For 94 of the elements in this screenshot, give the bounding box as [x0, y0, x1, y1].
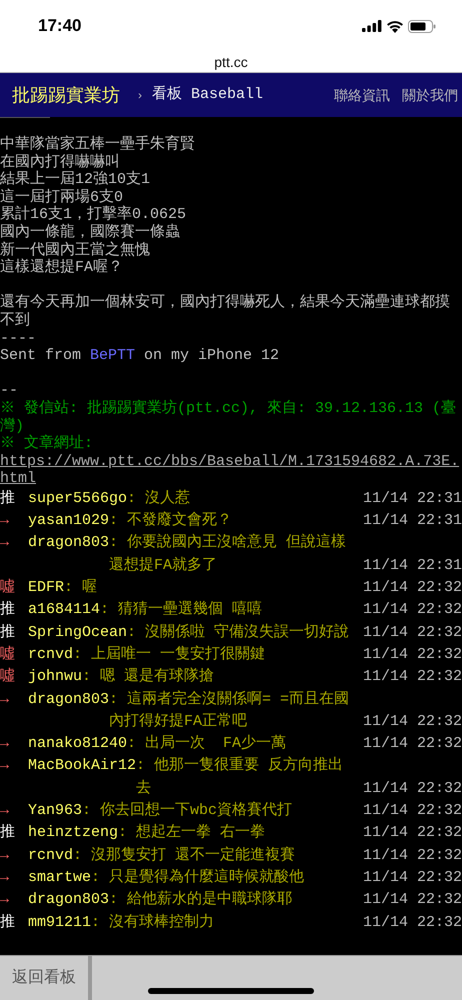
push-time: 11/14 22:32: [362, 600, 462, 620]
push-time: 11/14 22:32: [362, 868, 462, 888]
system-info-line: ※ 文章網址:: [0, 435, 94, 453]
article-url-link[interactable]: https://www.ptt.cc/bbs/Baseball/M.1731594682.A.73E.html: [0, 452, 462, 488]
push-user: yasan1029: [28, 511, 110, 532]
push-time: 11/14 22:32: [362, 823, 462, 844]
nav-link[interactable]: 聯絡資訊: [334, 84, 390, 106]
push-time: 11/14 22:32: [362, 778, 462, 799]
push-time: 11/14 22:31: [362, 511, 462, 532]
push-tag: →: [0, 755, 28, 778]
push-content: : 他那一隻很重要 反方向推出去: [136, 755, 344, 799]
push-tag: →: [0, 800, 28, 822]
push-user: a1684114: [28, 600, 100, 620]
push-user: MacBookAir12: [28, 756, 136, 776]
push-content: : 這兩者完全沒關係啊= =而且在國內打得好提FA正常吧: [109, 689, 350, 732]
article-line: --: [0, 382, 20, 400]
push-content: : 不發廢文會死？: [109, 510, 234, 532]
push-content: : 沒人惹: [127, 488, 192, 509]
push-tag: →: [0, 889, 28, 912]
push-tag: 噓: [0, 577, 28, 600]
push-tag: 推: [0, 599, 28, 622]
article-line: 中華隊當家五棒一壘手朱育賢: [0, 136, 196, 154]
push-content: : 只是覺得為什麼這時候就酸他: [91, 868, 306, 888]
push-content: : 沒那隻安打 還不一定能進複賽: [73, 845, 296, 866]
push-time: 11/14 22:32: [362, 734, 462, 754]
push-content: : 上屆唯一 一隻安打很關鍵: [73, 644, 266, 665]
article-line: ----: [0, 330, 38, 348]
address-url[interactable]: ptt.cc: [214, 54, 248, 70]
push-user: Yan963: [28, 801, 82, 822]
push-user: super5566go: [28, 488, 128, 509]
push-time: 11/14 22:32: [362, 912, 462, 933]
push-time: 11/14 22:32: [362, 712, 462, 732]
article-line: 這一屆打兩場6支0: [0, 188, 124, 206]
push-content: : 給他薪水的是中職球隊耶: [109, 890, 294, 910]
push-tag: →: [0, 844, 28, 867]
push-user: rcnvd: [28, 644, 74, 665]
system-info-line: ※ 發信站: 批踢踢實業坊(ptt.cc), 來自: 39.12.136.13 (臺灣): [0, 400, 458, 434]
push-tag: 推: [0, 488, 28, 510]
push-content: : 你去回想一下wbc資格賽代打: [82, 800, 294, 822]
status-time: 17:40: [38, 15, 82, 38]
push-content: : 想起左一拳 右一拳: [118, 822, 266, 844]
push-tag: 推: [0, 912, 28, 934]
push-tag: 推: [0, 822, 28, 845]
push-user: dragon803: [28, 533, 110, 554]
push-time: 11/14 22:32: [362, 801, 462, 822]
article-line: 新一代國內王當之無愧: [0, 242, 151, 259]
site-logo-link[interactable]: 批踢踢實業坊: [12, 82, 120, 108]
push-user: nanako81240: [28, 734, 128, 754]
push-tag: →: [0, 510, 28, 532]
push-content: : 沒有球棒控制力: [91, 912, 216, 933]
wifi-icon: [386, 20, 404, 32]
push-user: dragon803: [28, 690, 110, 710]
breadcrumb-separator: ›: [138, 87, 142, 104]
app-link[interactable]: BePTT: [90, 347, 136, 364]
push-tag: 噓: [0, 666, 28, 689]
nav-link[interactable]: 關於我們: [402, 84, 458, 106]
article-line: 這樣還想提FA喔？: [0, 259, 124, 277]
push-tag: →: [0, 866, 28, 890]
push-time: 11/14 22:32: [362, 846, 462, 866]
article-line: 累計16支1，打擊率0.0625: [0, 206, 188, 224]
push-user: johnwu: [28, 667, 82, 688]
push-user: smartwe: [28, 868, 92, 888]
push-tag: →: [0, 733, 28, 756]
push-user: heinztzeng: [28, 823, 118, 844]
push-tag: 噓: [0, 644, 28, 666]
push-time: 11/14 22:31: [362, 556, 462, 576]
battery-icon: [408, 20, 436, 32]
article-line: 還有今天再加一個林安可，國內打得嚇死人，結果今天滿壘連球都摸不到: [0, 294, 451, 330]
article-line: 國內一條龍，國際賽一條蟲: [0, 224, 181, 241]
signal-icon: [362, 20, 382, 32]
push-content: : 猜猜一壘選幾個 嘻嘻: [100, 600, 264, 620]
push-user: rcnvd: [28, 846, 74, 866]
push-time: 11/14 22:31: [362, 488, 462, 509]
signature-line: Sent from BePTT on my iPhone 12: [0, 347, 280, 365]
push-time: 11/14 22:32: [362, 578, 462, 598]
push-time: 11/14 22:32: [362, 890, 462, 910]
push-content: : 嗯 還是有球隊搶: [82, 666, 216, 688]
push-user: EDFR: [28, 578, 64, 598]
article-line: 在國內打得嚇嚇叫: [0, 154, 121, 171]
push-user: SpringOcean: [28, 622, 128, 643]
push-content: : 沒關係啦 守備沒失誤一切好說: [127, 622, 350, 643]
push-content: : 喔: [64, 578, 98, 598]
push-tag: 推: [0, 622, 28, 644]
push-time: 11/14 22:32: [362, 644, 462, 665]
article-line: 結果上一屆12強10支1: [0, 171, 152, 188]
board-link[interactable]: 看板 Baseball: [152, 84, 264, 106]
push-time: 11/14 22:32: [362, 622, 462, 643]
push-content: : 出局一次 FA少一萬: [127, 734, 288, 754]
push-content: : 你要說國內王沒啥意見 但說這樣還想提FA就多了: [109, 532, 348, 576]
push-user: dragon803: [28, 890, 110, 910]
push-tag: →: [0, 532, 28, 555]
push-user: mm91211: [28, 912, 92, 933]
push-time: 11/14 22:32: [362, 667, 462, 688]
push-tag: →: [0, 688, 28, 711]
